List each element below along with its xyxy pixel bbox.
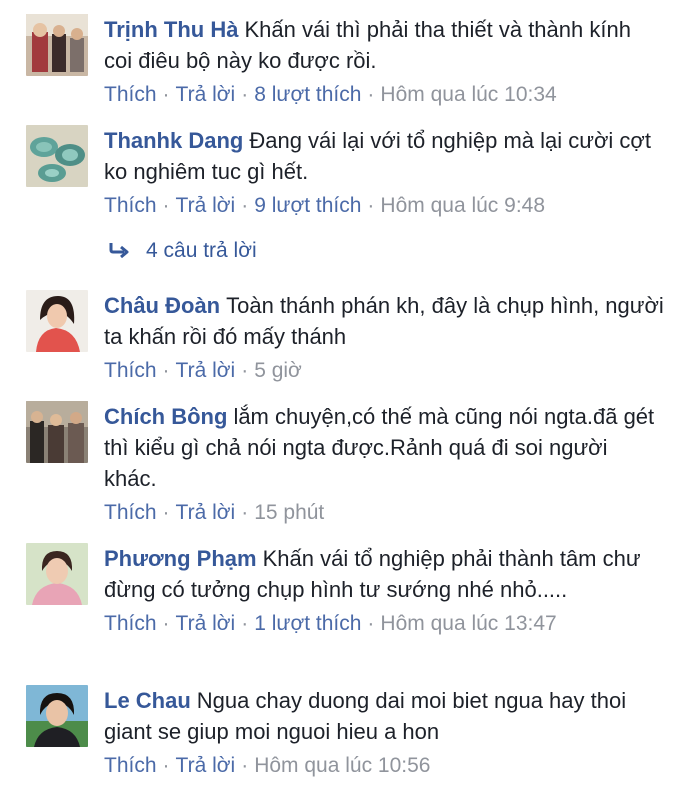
comment-actions: Thích · Trả lời · 8 lượt thích · Hôm qua lúc 1…	[104, 80, 664, 109]
replies-count-label: 4 câu trả lời	[146, 239, 257, 262]
avatar[interactable]	[26, 401, 88, 463]
like-link[interactable]: Thích	[104, 754, 157, 777]
like-link[interactable]: Thích	[104, 83, 157, 106]
timestamp[interactable]: 15 phút	[254, 501, 324, 524]
comment-text-block: Le Chau Ngua chay duong dai moi biet ngua…	[104, 685, 664, 747]
timestamp[interactable]: Hôm qua lúc 10:34	[380, 83, 556, 106]
like-link[interactable]: Thích	[104, 501, 157, 524]
comment-actions: Thích · Trả lời · 1 lượt thích · Hôm qua lúc 1…	[104, 609, 664, 638]
avatar-photo	[26, 125, 88, 187]
avatar-photo	[26, 685, 88, 747]
comment-text-block: Châu Đoàn Toàn thánh phán kh, đây là chụp…	[104, 290, 664, 352]
comment-author[interactable]: Châu Đoàn	[104, 293, 220, 318]
comment-text-block: Phương Phạm Khấn vái tổ nghiệp phải thành…	[104, 543, 664, 605]
avatar[interactable]	[26, 685, 88, 747]
like-count[interactable]: 8 lượt thích	[254, 83, 361, 106]
comment-author[interactable]: Trịnh Thu Hà	[104, 17, 238, 42]
separator: ·	[162, 754, 170, 777]
timestamp[interactable]: Hôm qua lúc 9:48	[380, 194, 545, 217]
reply-arrow-icon	[109, 243, 129, 258]
reply-link[interactable]: Trả lời	[176, 612, 236, 635]
like-count[interactable]: 1 lượt thích	[254, 612, 361, 635]
comment-author[interactable]: Thanhk Dang	[104, 128, 243, 153]
separator: ·	[367, 612, 375, 635]
timestamp[interactable]: 5 giờ	[254, 359, 302, 382]
avatar[interactable]	[26, 290, 88, 352]
like-count[interactable]: 9 lượt thích	[254, 194, 361, 217]
view-replies-link[interactable]: 4 câu trả lời	[108, 236, 257, 266]
separator: ·	[241, 359, 249, 382]
comment-author[interactable]: Le Chau	[104, 688, 191, 713]
comment-author[interactable]: Chích Bông	[104, 404, 227, 429]
like-link[interactable]: Thích	[104, 359, 157, 382]
separator: ·	[162, 612, 170, 635]
timestamp[interactable]: Hôm qua lúc 13:47	[380, 612, 556, 635]
avatar[interactable]	[26, 543, 88, 605]
reply-link[interactable]: Trả lời	[176, 359, 236, 382]
comment-actions: Thích · Trả lời · 5 giờ	[104, 356, 664, 385]
comment-actions: Thích · Trả lời · Hôm qua lúc 10:56	[104, 751, 664, 780]
separator: ·	[162, 359, 170, 382]
separator: ·	[241, 754, 249, 777]
avatar-photo	[26, 401, 88, 463]
separator: ·	[162, 501, 170, 524]
reply-link[interactable]: Trả lời	[176, 501, 236, 524]
comment-text-block: Trịnh Thu Hà Khấn vái thì phải tha thiết …	[104, 14, 664, 76]
avatar[interactable]	[26, 125, 88, 187]
comment-author[interactable]: Phương Phạm	[104, 546, 257, 571]
separator: ·	[367, 83, 375, 106]
comment-actions: Thích · Trả lời · 15 phút	[104, 498, 664, 527]
comment-actions: Thích · Trả lời · 9 lượt thích · Hôm qua lúc 9…	[104, 191, 664, 220]
separator: ·	[241, 194, 249, 217]
avatar[interactable]	[26, 14, 88, 76]
avatar-photo	[26, 543, 88, 605]
reply-link[interactable]: Trả lời	[176, 83, 236, 106]
separator: ·	[241, 612, 249, 635]
avatar-photo	[26, 290, 88, 352]
avatar-photo	[26, 14, 88, 76]
separator: ·	[241, 501, 249, 524]
separator: ·	[162, 194, 170, 217]
like-link[interactable]: Thích	[104, 194, 157, 217]
like-link[interactable]: Thích	[104, 612, 157, 635]
reply-link[interactable]: Trả lời	[176, 754, 236, 777]
reply-link[interactable]: Trả lời	[176, 194, 236, 217]
timestamp[interactable]: Hôm qua lúc 10:56	[254, 754, 430, 777]
comment-text-block: Thanhk Dang Đang vái lại với tổ nghiệp mà…	[104, 125, 664, 187]
comment-text-block: Chích Bông lắm chuyện,có thế mà cũng nói …	[104, 401, 664, 494]
separator: ·	[367, 194, 375, 217]
comment-list: Trịnh Thu Hà Khấn vái thì phải tha thiết …	[0, 0, 690, 793]
separator: ·	[241, 83, 249, 106]
separator: ·	[162, 83, 170, 106]
